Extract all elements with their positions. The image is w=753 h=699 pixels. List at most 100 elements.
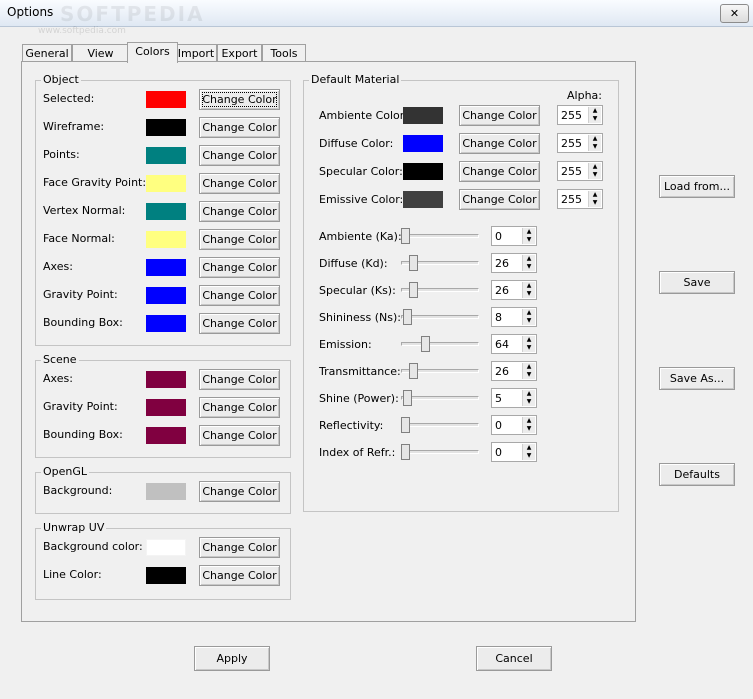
object-selected-change-color-button[interactable]: Change Color — [199, 89, 280, 110]
spinner-arrows-icon[interactable]: ▲ ▼ — [588, 163, 601, 179]
material-specular-color-label: Specular Color: — [319, 165, 403, 178]
object-face-gravity-point-swatch — [146, 175, 186, 192]
material-ambiente-color-alpha-spinner[interactable]: 255 ▲ ▼ — [557, 105, 603, 125]
tab-import[interactable]: Import — [175, 44, 217, 62]
material-diffuse-color-change-color-button[interactable]: Change Color — [459, 133, 540, 154]
material-reflectivity-slider-thumb[interactable] — [401, 417, 410, 433]
spinner-arrows-icon[interactable]: ▲ ▼ — [522, 444, 535, 460]
tab-general[interactable]: General — [22, 44, 72, 62]
spinner-arrows-icon[interactable]: ▲ ▼ — [522, 309, 535, 325]
object-gravity-point-change-color-button[interactable]: Change Color — [199, 285, 280, 306]
object-bounding-box-label: Bounding Box: — [43, 316, 123, 329]
scene-bounding-box-change-color-button[interactable]: Change Color — [199, 425, 280, 446]
material-specular-ks-slider-thumb[interactable] — [409, 282, 418, 298]
material-shine-power-value: 5 — [495, 392, 502, 405]
tab-colors[interactable]: Colors — [127, 42, 178, 63]
material-shine-power-label: Shine (Power): — [319, 392, 399, 405]
material-diffuse-color-alpha-spinner[interactable]: 255 ▲ ▼ — [557, 133, 603, 153]
material-diffuse-kd-slider-thumb[interactable] — [409, 255, 418, 271]
object-face-normal-change-color-button[interactable]: Change Color — [199, 229, 280, 250]
material-shine-power-spinner[interactable]: 5 ▲ ▼ — [491, 388, 537, 408]
material-specular-color-change-color-button[interactable]: Change Color — [459, 161, 540, 182]
material-index-of-refr-slider-track[interactable] — [401, 450, 479, 454]
material-index-of-refr-slider-thumb[interactable] — [401, 444, 410, 460]
opengl-background-change-color-button[interactable]: Change Color — [199, 481, 280, 502]
tab-tools[interactable]: Tools — [262, 44, 306, 62]
scene-axes-change-color-button[interactable]: Change Color — [199, 369, 280, 390]
unwrap-background-color-label: Background color: — [43, 540, 143, 553]
material-diffuse-color-swatch — [403, 135, 443, 152]
save-as-button[interactable]: Save As... — [659, 367, 735, 390]
material-specular-ks-spinner[interactable]: 26 ▲ ▼ — [491, 280, 537, 300]
material-index-of-refr-spinner[interactable]: 0 ▲ ▼ — [491, 442, 537, 462]
spinner-arrows-icon[interactable]: ▲ ▼ — [522, 417, 535, 433]
scene-bounding-box-swatch — [146, 427, 186, 444]
spinner-arrows-icon[interactable]: ▲ ▼ — [522, 336, 535, 352]
material-ambiente-ka-slider-thumb[interactable] — [401, 228, 410, 244]
spinner-arrows-icon[interactable]: ▲ ▼ — [522, 363, 535, 379]
object-points-label: Points: — [43, 148, 80, 161]
material-emissive-color-alpha-spinner[interactable]: 255 ▲ ▼ — [557, 189, 603, 209]
spinner-arrows-icon[interactable]: ▲ ▼ — [588, 107, 601, 123]
material-transmittance-slider-thumb[interactable] — [409, 363, 418, 379]
close-button[interactable]: ✕ — [720, 4, 749, 23]
material-ambiente-ka-slider-track[interactable] — [401, 234, 479, 238]
save-button[interactable]: Save — [659, 271, 735, 294]
object-gravity-point-swatch — [146, 287, 186, 304]
material-transmittance-spinner[interactable]: 26 ▲ ▼ — [491, 361, 537, 381]
apply-button[interactable]: Apply — [194, 646, 270, 671]
tab-view[interactable]: View — [72, 44, 129, 62]
material-shininess-ns-spinner[interactable]: 8 ▲ ▼ — [491, 307, 537, 327]
object-gravity-point-label: Gravity Point: — [43, 288, 118, 301]
material-reflectivity-slider-track[interactable] — [401, 423, 479, 427]
object-face-gravity-point-label: Face Gravity Point: — [43, 176, 147, 189]
object-selected-swatch — [146, 91, 186, 108]
object-face-gravity-point-change-color-button[interactable]: Change Color — [199, 173, 280, 194]
object-selected-label: Selected: — [43, 92, 95, 105]
unwrap-line-color-change-color-button[interactable]: Change Color — [199, 565, 280, 586]
spinner-arrows-icon[interactable]: ▲ ▼ — [588, 135, 601, 151]
object-points-change-color-button[interactable]: Change Color — [199, 145, 280, 166]
material-emission-slider-thumb[interactable] — [421, 336, 430, 352]
scene-axes-swatch — [146, 371, 186, 388]
scene-group-title: Scene — [41, 353, 79, 366]
material-ambiente-color-alpha-value: 255 — [561, 109, 582, 122]
material-emission-spinner[interactable]: 64 ▲ ▼ — [491, 334, 537, 354]
material-ambiente-ka-spinner[interactable]: 0 ▲ ▼ — [491, 226, 537, 246]
material-reflectivity-spinner[interactable]: 0 ▲ ▼ — [491, 415, 537, 435]
object-wireframe-change-color-button[interactable]: Change Color — [199, 117, 280, 138]
material-diffuse-kd-spinner[interactable]: 26 ▲ ▼ — [491, 253, 537, 273]
spinner-arrows-icon[interactable]: ▲ ▼ — [588, 191, 601, 207]
material-emission-slider-track[interactable] — [401, 342, 479, 346]
object-bounding-box-change-color-button[interactable]: Change Color — [199, 313, 280, 334]
tab-export[interactable]: Export — [217, 44, 262, 62]
spinner-arrows-icon[interactable]: ▲ ▼ — [522, 390, 535, 406]
object-vertex-normal-change-color-button[interactable]: Change Color — [199, 201, 280, 222]
watermark-logo: SOFTPEDIA — [60, 2, 205, 26]
spinner-arrows-icon[interactable]: ▲ ▼ — [522, 255, 535, 271]
material-emissive-color-change-color-button[interactable]: Change Color — [459, 189, 540, 210]
material-specular-color-alpha-spinner[interactable]: 255 ▲ ▼ — [557, 161, 603, 181]
material-shine-power-slider-thumb[interactable] — [403, 390, 412, 406]
spinner-arrows-icon[interactable]: ▲ ▼ — [522, 282, 535, 298]
material-shininess-ns-slider-thumb[interactable] — [403, 309, 412, 325]
material-emissive-color-alpha-value: 255 — [561, 193, 582, 206]
unwrap-line-color-swatch — [146, 567, 186, 584]
material-shine-power-slider-track[interactable] — [401, 396, 479, 400]
cancel-button[interactable]: Cancel — [476, 646, 552, 671]
spinner-arrows-icon[interactable]: ▲ ▼ — [522, 228, 535, 244]
material-reflectivity-value: 0 — [495, 419, 502, 432]
scene-axes-label: Axes: — [43, 372, 73, 385]
material-index-of-refr-label: Index of Refr.: — [319, 446, 396, 459]
material-transmittance-value: 26 — [495, 365, 509, 378]
scene-gravity-point-change-color-button[interactable]: Change Color — [199, 397, 280, 418]
object-axes-change-color-button[interactable]: Change Color — [199, 257, 280, 278]
material-ambiente-color-change-color-button[interactable]: Change Color — [459, 105, 540, 126]
unwrap-background-color-change-color-button[interactable]: Change Color — [199, 537, 280, 558]
defaults-button[interactable]: Defaults — [659, 463, 735, 486]
material-shininess-ns-slider-track[interactable] — [401, 315, 479, 319]
opengl-group-title: OpenGL — [41, 465, 90, 478]
load-from-button[interactable]: Load from... — [659, 175, 735, 198]
material-reflectivity-label: Reflectivity: — [319, 419, 384, 432]
material-ambiente-ka-value: 0 — [495, 230, 502, 243]
